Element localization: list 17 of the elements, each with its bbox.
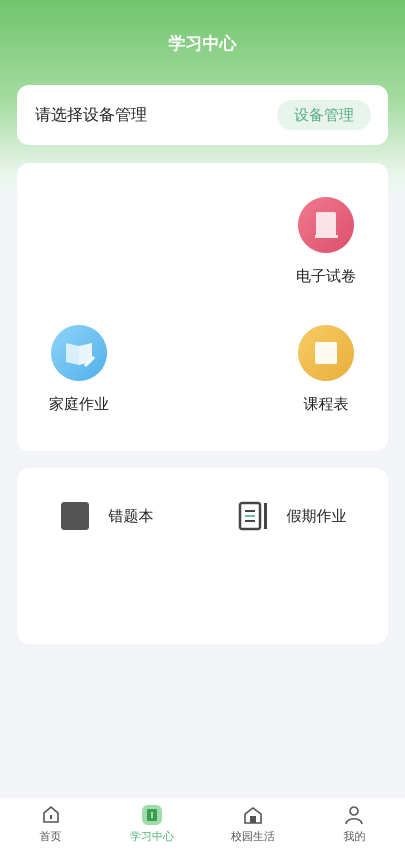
device-prompt: 请选择设备管理 bbox=[35, 104, 147, 126]
feature-item[interactable]: 课程表 bbox=[264, 325, 388, 453]
tab-item[interactable]: 首页 bbox=[0, 798, 102, 851]
tool-item[interactable]: 错题本 bbox=[58, 500, 154, 532]
tool-item[interactable]: 假期作业 bbox=[236, 500, 346, 532]
feature-item[interactable]: 家庭作业 bbox=[17, 325, 141, 453]
feature-item[interactable]: 电子试卷 bbox=[264, 197, 388, 325]
document-icon bbox=[236, 500, 268, 532]
tab-item[interactable]: 校园生活 bbox=[202, 798, 304, 851]
book-icon bbox=[50, 325, 107, 381]
page-title: 学习中心 bbox=[168, 33, 238, 56]
building-icon bbox=[242, 804, 264, 826]
tab-item[interactable]: 我的 bbox=[304, 798, 405, 851]
square-icon bbox=[58, 500, 90, 532]
book-icon bbox=[140, 804, 163, 826]
scroll-icon bbox=[298, 197, 354, 253]
person-icon bbox=[343, 804, 366, 826]
